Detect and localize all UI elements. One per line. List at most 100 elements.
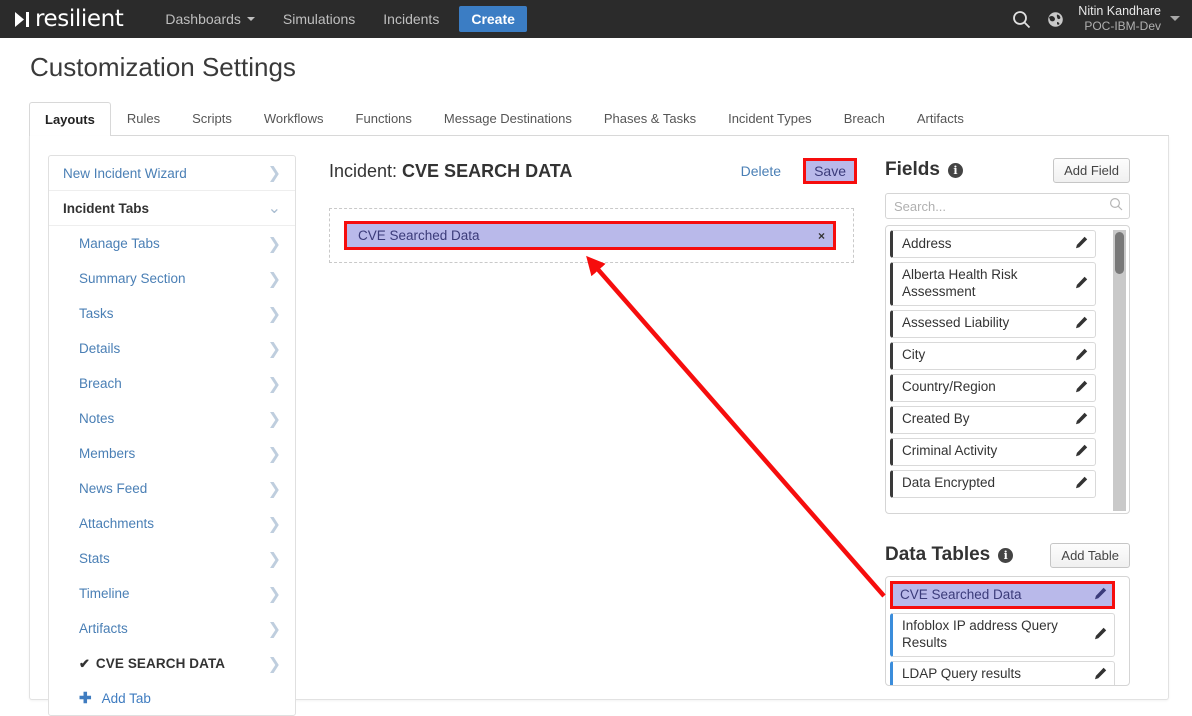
tab-label: Phases & Tasks — [603, 111, 697, 126]
sidebar-item-label: Details — [79, 341, 121, 356]
tab-message-destinations[interactable]: Message Destinations — [428, 101, 588, 135]
tab-label: Breach — [843, 111, 885, 126]
list-item[interactable]: Assessed Liability — [890, 309, 1096, 338]
chevron-right-icon: ❯ — [267, 653, 281, 673]
sidebar-item-incident-tabs[interactable]: Incident Tabs ⌄ — [49, 191, 295, 226]
pencil-icon[interactable] — [1075, 316, 1088, 332]
list-item[interactable]: Created By — [890, 405, 1096, 434]
fields-search-box[interactable] — [885, 193, 1130, 219]
sidebar-item-summary-section[interactable]: Summary Section ❯ — [49, 261, 295, 296]
add-tab-button[interactable]: ✚ Add Tab — [49, 681, 295, 715]
check-icon: ✔ — [79, 655, 90, 671]
sidebar-item-cve-search-data[interactable]: ✔ CVE SEARCH DATA ❯ — [49, 646, 295, 681]
tab-phases-tasks[interactable]: Phases & Tasks — [588, 101, 712, 135]
incident-tab-dropzone[interactable]: CVE Searched Data × — [329, 208, 854, 263]
nav-item-incidents[interactable]: Incidents — [369, 0, 453, 38]
sidebar-item-timeline[interactable]: Timeline ❯ — [49, 576, 295, 611]
list-item-label: Country/Region — [902, 379, 996, 395]
add-table-button[interactable]: Add Table — [1050, 542, 1130, 568]
save-button[interactable]: Save — [803, 158, 857, 184]
nav-item-dashboards[interactable]: Dashboards — [151, 0, 269, 38]
fields-section-header: Fields i Add Field — [885, 155, 1130, 185]
list-item-label: Address — [902, 235, 952, 251]
nav-item-simulations[interactable]: Simulations — [269, 0, 369, 38]
sidebar-item-label: Manage Tabs — [79, 236, 160, 251]
pencil-icon[interactable] — [1075, 348, 1088, 364]
tab-incident-types[interactable]: Incident Types — [712, 101, 828, 135]
tab-artifacts[interactable]: Artifacts — [901, 101, 980, 135]
sidebar-item-stats[interactable]: Stats ❯ — [49, 541, 295, 576]
chevron-right-icon: ❯ — [267, 338, 281, 358]
chevron-right-icon: ❯ — [267, 163, 281, 182]
sidebar-item-label: Members — [79, 446, 136, 461]
tab-functions[interactable]: Functions — [340, 101, 428, 135]
pencil-icon[interactable] — [1094, 627, 1107, 643]
sidebar-item-artifacts[interactable]: Artifacts ❯ — [49, 611, 295, 646]
sidebar-item-attachments[interactable]: Attachments ❯ — [49, 506, 295, 541]
pencil-icon[interactable] — [1075, 236, 1088, 252]
sidebar-item-label: Stats — [79, 551, 110, 566]
chevron-right-icon: ❯ — [267, 548, 281, 568]
info-icon[interactable]: i — [998, 547, 1014, 563]
list-item[interactable]: City — [890, 341, 1096, 370]
user-menu[interactable]: Nitin Kandhare POC-IBM-Dev — [1078, 4, 1161, 33]
tab-rules[interactable]: Rules — [111, 101, 176, 135]
list-item[interactable]: Address — [890, 230, 1096, 258]
sidebar-item-new-incident-wizard[interactable]: New Incident Wizard ❯ — [49, 156, 295, 191]
sidebar-item-breach[interactable]: Breach ❯ — [49, 366, 295, 401]
pencil-icon[interactable] — [1094, 667, 1107, 683]
sidebar-item-news-feed[interactable]: News Feed ❯ — [49, 471, 295, 506]
pencil-icon[interactable] — [1075, 476, 1088, 492]
search-icon[interactable] — [1004, 0, 1038, 38]
sidebar-item-details[interactable]: Details ❯ — [49, 331, 295, 366]
fields-list-scrollbar[interactable] — [1113, 230, 1126, 511]
settings-tabstrip: Layouts Rules Scripts Workflows Functions Mes… — [29, 101, 1169, 136]
create-button[interactable]: Create — [459, 6, 527, 32]
list-item[interactable]: Data Encrypted — [890, 469, 1096, 498]
sidebar-item-notes[interactable]: Notes ❯ — [49, 401, 295, 436]
fields-list[interactable]: Address Alberta Health Risk Assessment Ass… — [885, 225, 1130, 514]
data-tables-list[interactable]: CVE Searched Data Infoblox IP address Que… — [885, 576, 1130, 686]
chevron-right-icon: ❯ — [267, 513, 281, 533]
list-item-label: City — [902, 347, 926, 363]
list-item[interactable]: Criminal Activity — [890, 437, 1096, 466]
search-input[interactable] — [892, 197, 1109, 215]
pencil-icon[interactable] — [1075, 276, 1088, 292]
pencil-icon[interactable] — [1075, 380, 1088, 396]
tab-breach[interactable]: Breach — [828, 101, 901, 135]
title-name: CVE SEARCH DATA — [402, 160, 573, 181]
list-item[interactable]: LDAP Query results — [890, 660, 1115, 685]
resilient-logo[interactable]: resilient — [14, 0, 124, 38]
dropzone-item-cve-searched-data[interactable]: CVE Searched Data × — [344, 221, 836, 250]
close-icon[interactable]: × — [818, 229, 825, 243]
chevron-down-icon[interactable] — [1170, 15, 1180, 21]
add-field-button[interactable]: Add Field — [1053, 157, 1130, 183]
list-item[interactable]: Alberta Health Risk Assessment — [890, 262, 1096, 306]
scrollbar-thumb[interactable] — [1115, 232, 1124, 274]
sidebar-item-tasks[interactable]: Tasks ❯ — [49, 296, 295, 331]
list-item[interactable]: CVE Searched Data — [890, 581, 1115, 609]
info-icon[interactable]: i — [947, 162, 963, 178]
pencil-icon[interactable] — [1075, 444, 1088, 460]
list-item-label: LDAP Query results — [902, 666, 1022, 682]
tab-label: Layouts — [45, 112, 95, 127]
sidebar-item-manage-tabs[interactable]: Manage Tabs ❯ — [49, 226, 295, 261]
list-item[interactable]: Infoblox IP address Query Results — [890, 613, 1115, 657]
plus-icon: ✚ — [79, 690, 92, 707]
globe-icon[interactable] — [1038, 0, 1072, 38]
search-icon[interactable] — [1109, 197, 1123, 216]
sidebar-item-label: Attachments — [79, 516, 155, 531]
tab-workflows[interactable]: Workflows — [248, 101, 340, 135]
chevron-down-icon: ⌄ — [267, 198, 281, 217]
pencil-icon[interactable] — [1075, 412, 1088, 428]
sidebar-item-members[interactable]: Members ❯ — [49, 436, 295, 471]
delete-button[interactable]: Delete — [741, 163, 781, 179]
data-tables-section-header: Data Tables i Add Table — [885, 540, 1130, 570]
pencil-icon[interactable] — [1094, 587, 1107, 603]
list-item[interactable]: Country/Region — [890, 373, 1096, 402]
sidebar-item-label: Summary Section — [79, 271, 186, 286]
tab-scripts[interactable]: Scripts — [176, 101, 248, 135]
incident-layout-title: Incident: CVE SEARCH DATA — [329, 161, 572, 182]
tab-label: Rules — [126, 111, 161, 126]
tab-layouts[interactable]: Layouts — [29, 102, 111, 136]
